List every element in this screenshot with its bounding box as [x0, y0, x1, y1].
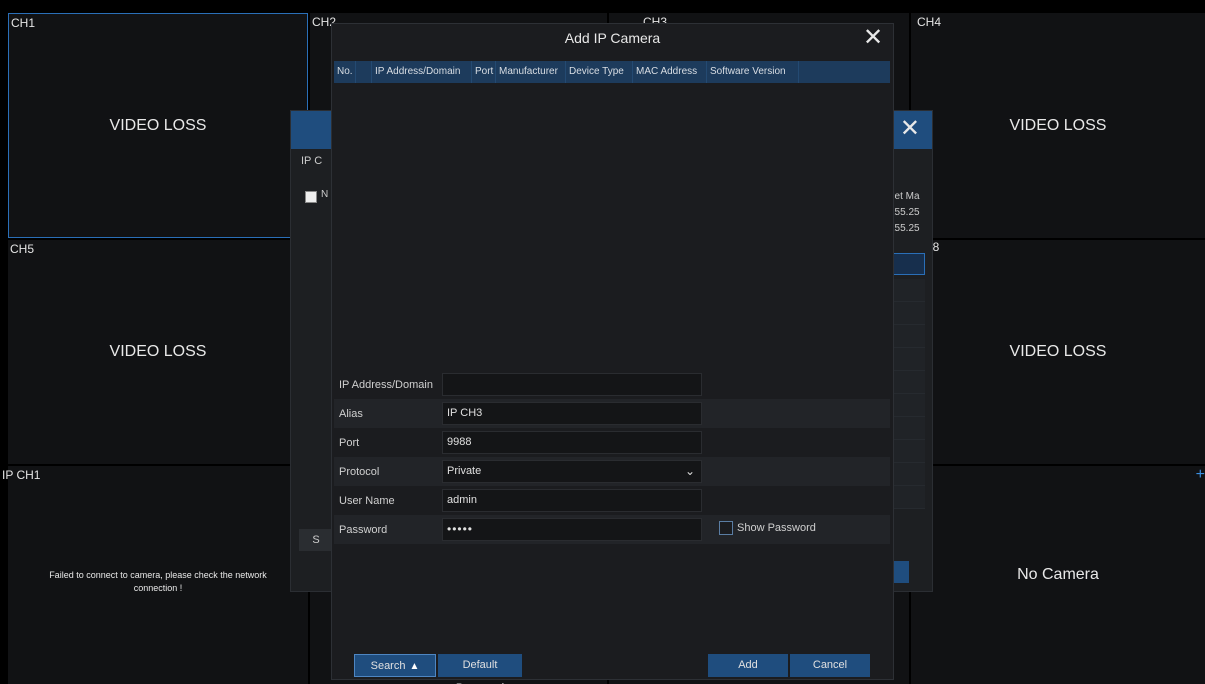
video-loss-text: VIDEO LOSS [109, 116, 207, 134]
alias-label: Alias [339, 407, 363, 420]
table-row[interactable] [889, 486, 925, 509]
add-button[interactable]: Add [708, 654, 788, 677]
section-label: IP C [301, 155, 323, 167]
column-header-blank [356, 61, 372, 83]
protocol-value: Private [447, 465, 482, 477]
form-row-alias: Alias IP CH3 [334, 399, 890, 428]
table-row[interactable] [889, 371, 925, 394]
form-row-password: Password ••••• Show Password [334, 515, 890, 544]
password-input[interactable]: ••••• [442, 518, 702, 541]
camera-form: IP Address/Domain Alias IP CH3 Port 9988… [334, 370, 890, 544]
ip-address-input[interactable] [442, 373, 702, 396]
table-row[interactable] [889, 394, 925, 417]
table-row[interactable] [889, 279, 925, 302]
background-button[interactable] [893, 561, 909, 583]
column-header-port[interactable]: Port [472, 61, 496, 83]
protocol-label: Protocol [339, 465, 380, 478]
form-row-ip: IP Address/Domain [334, 370, 890, 399]
port-input[interactable]: 9988 [442, 431, 702, 454]
table-row[interactable] [889, 348, 925, 371]
port-label: Port [339, 436, 360, 449]
default-password-button[interactable]: Default Password [438, 654, 522, 684]
column-header-ip[interactable]: IP Address/Domain [372, 61, 472, 83]
channel-cell-ch1[interactable]: CH1 VIDEO LOSS [8, 13, 308, 238]
form-row-username: User Name admin [334, 486, 890, 515]
plus-icon[interactable]: + [1196, 466, 1205, 484]
video-loss-text: VIDEO LOSS [1009, 116, 1107, 134]
show-password-label: Show Password [737, 522, 816, 534]
column-header-no[interactable]: No. [334, 61, 356, 83]
nvr-screen: CH1 VIDEO LOSS CH2 CH3 CH4 VIDEO LOSS CH… [0, 0, 1205, 684]
column-header-device-type[interactable]: Device Type [566, 61, 633, 83]
channel-cell-ch5[interactable]: CH5 VIDEO LOSS [8, 240, 308, 464]
select-all-checkbox[interactable] [305, 191, 317, 203]
dialog-title: Add IP Camera [564, 30, 661, 46]
connection-error-text: Failed to connect to camera, please chec… [49, 570, 267, 593]
add-ip-camera-dialog: Add IP Camera ✕ No. IP Address/Domain Po… [331, 23, 894, 684]
no-camera-text: No Camera [1017, 566, 1099, 583]
password-label: Password [339, 523, 388, 536]
table-row[interactable] [889, 463, 925, 486]
form-row-port: Port 9988 [334, 428, 890, 457]
channel-label: CH1 [11, 16, 36, 30]
channel-label: IP CH1 [2, 468, 41, 482]
ip-address-label: IP Address/Domain [339, 378, 433, 391]
channel-label: CH5 [10, 242, 35, 256]
search-button[interactable]: Search ▲ [354, 654, 436, 677]
table-rows [889, 279, 925, 509]
table-row[interactable] [889, 440, 925, 463]
close-icon[interactable]: ✕ [859, 24, 887, 52]
table-row[interactable] [889, 417, 925, 440]
channel-cell-ipch4[interactable]: No Camera [911, 466, 1205, 684]
background-button[interactable]: S [299, 529, 333, 551]
search-button-label: Search [370, 660, 406, 672]
form-row-protocol: Protocol Private ⌄ [334, 457, 890, 486]
table-row[interactable] [889, 302, 925, 325]
video-loss-text: VIDEO LOSS [1009, 343, 1107, 360]
close-icon[interactable]: ✕ [900, 117, 920, 141]
channel-label: CH4 [917, 15, 942, 29]
video-loss-text: VIDEO LOSS [109, 343, 207, 360]
device-table-header: No. IP Address/Domain Port Manufacturer … [334, 61, 890, 83]
mouse-cursor-icon: ▲ [409, 661, 420, 672]
selected-row[interactable] [889, 253, 925, 275]
channel-cell-ch4[interactable]: CH4 VIDEO LOSS [911, 13, 1205, 238]
column-header-software-version[interactable]: Software Version [707, 61, 799, 83]
username-input[interactable]: admin [442, 489, 702, 512]
table-row[interactable] [889, 325, 925, 348]
username-label: User Name [339, 494, 395, 507]
show-password-toggle[interactable]: Show Password [719, 521, 816, 535]
column-header-manufacturer[interactable]: Manufacturer [496, 61, 566, 83]
chevron-down-icon[interactable]: ⌄ [685, 461, 695, 482]
channel-cell-ipch1[interactable]: IP CH1 Failed to connect to camera, plea… [2, 466, 308, 684]
column-header: N [321, 189, 329, 200]
show-password-checkbox[interactable] [719, 521, 733, 535]
protocol-select[interactable]: Private ⌄ [442, 460, 702, 483]
channel-cell-ch8[interactable]: VIDEO LOSS [911, 240, 1205, 464]
column-header-blank [799, 61, 890, 83]
cancel-button[interactable]: Cancel [790, 654, 870, 677]
alias-input[interactable]: IP CH3 [442, 402, 702, 425]
column-header-mac[interactable]: MAC Address [633, 61, 707, 83]
